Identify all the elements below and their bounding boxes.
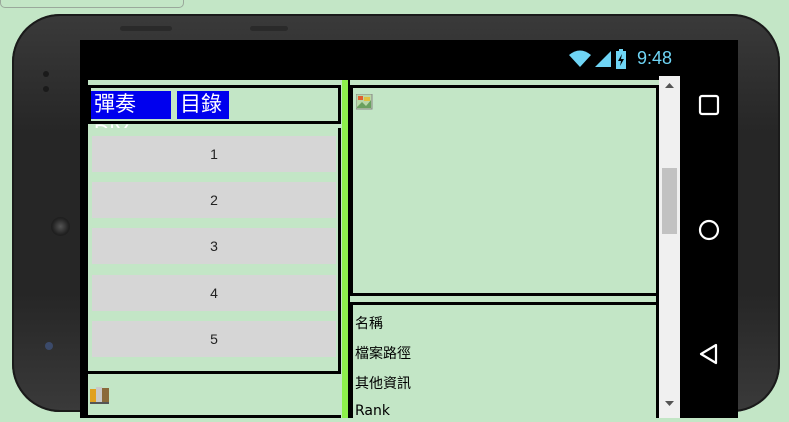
device-screen: 9:48 彈奏DIY 目錄 1 2 3 4 5 bbox=[80, 40, 738, 418]
wifi-icon bbox=[568, 50, 591, 67]
phone-camera-icon bbox=[51, 217, 70, 236]
divider bbox=[350, 302, 659, 305]
name-label: 名稱 bbox=[355, 316, 383, 332]
app-content: 彈奏DIY 目錄 1 2 3 4 5 bbox=[88, 80, 659, 418]
vertical-scrollbar[interactable] bbox=[659, 76, 680, 418]
rank-label: Rank bbox=[355, 403, 390, 418]
number-list: 1 2 3 4 5 bbox=[88, 128, 341, 374]
play-diy-button[interactable]: 彈奏DIY bbox=[91, 91, 171, 144]
home-circle-icon[interactable] bbox=[697, 218, 721, 242]
other-info-label: 其他資訊 bbox=[355, 376, 411, 392]
broken-image-icon bbox=[356, 94, 373, 110]
file-path-label: 檔案路徑 bbox=[355, 346, 411, 362]
phone-power-button bbox=[250, 26, 288, 31]
catalog-button[interactable]: 目錄 bbox=[177, 91, 229, 119]
list-button-5[interactable]: 5 bbox=[92, 321, 336, 357]
divider bbox=[350, 85, 659, 88]
clock-time: 9:48 bbox=[636, 48, 672, 68]
list-button-1[interactable]: 1 bbox=[92, 136, 336, 172]
divider bbox=[350, 305, 353, 418]
phone-sensor-icon bbox=[43, 71, 49, 77]
cell-signal-icon bbox=[594, 50, 611, 67]
scroll-down-arrow-icon[interactable] bbox=[659, 398, 680, 410]
divider bbox=[88, 415, 341, 418]
list-button-3[interactable]: 3 bbox=[92, 228, 336, 264]
scroll-up-arrow-icon[interactable] bbox=[659, 80, 680, 92]
divider bbox=[338, 88, 341, 121]
divider bbox=[350, 293, 659, 296]
left-panel: 彈奏DIY 目錄 1 2 3 4 5 bbox=[88, 80, 341, 418]
window-top-tab bbox=[0, 0, 184, 8]
book-icon[interactable] bbox=[90, 386, 112, 404]
status-bar: 9:48 bbox=[80, 40, 680, 76]
list-button-2[interactable]: 2 bbox=[92, 182, 336, 218]
recents-square-icon[interactable] bbox=[697, 93, 721, 117]
right-panel: 名稱 檔案路徑 其他資訊 Rank bbox=[350, 80, 659, 418]
navigation-bar bbox=[680, 40, 738, 418]
back-triangle-icon[interactable] bbox=[697, 342, 721, 366]
phone-frame: 9:48 彈奏DIY 目錄 1 2 3 4 5 bbox=[12, 14, 780, 418]
scrollbar-thumb[interactable] bbox=[662, 168, 677, 234]
divider bbox=[88, 85, 341, 88]
battery-icon bbox=[615, 48, 626, 69]
phone-sensor-icon bbox=[43, 86, 49, 92]
divider bbox=[350, 88, 353, 294]
divider bbox=[88, 371, 341, 374]
phone-led-icon bbox=[45, 342, 53, 350]
phone-volume-button bbox=[120, 26, 172, 31]
toolbar-left bbox=[88, 376, 341, 418]
divider bbox=[338, 128, 341, 374]
list-button-4[interactable]: 4 bbox=[92, 275, 336, 311]
